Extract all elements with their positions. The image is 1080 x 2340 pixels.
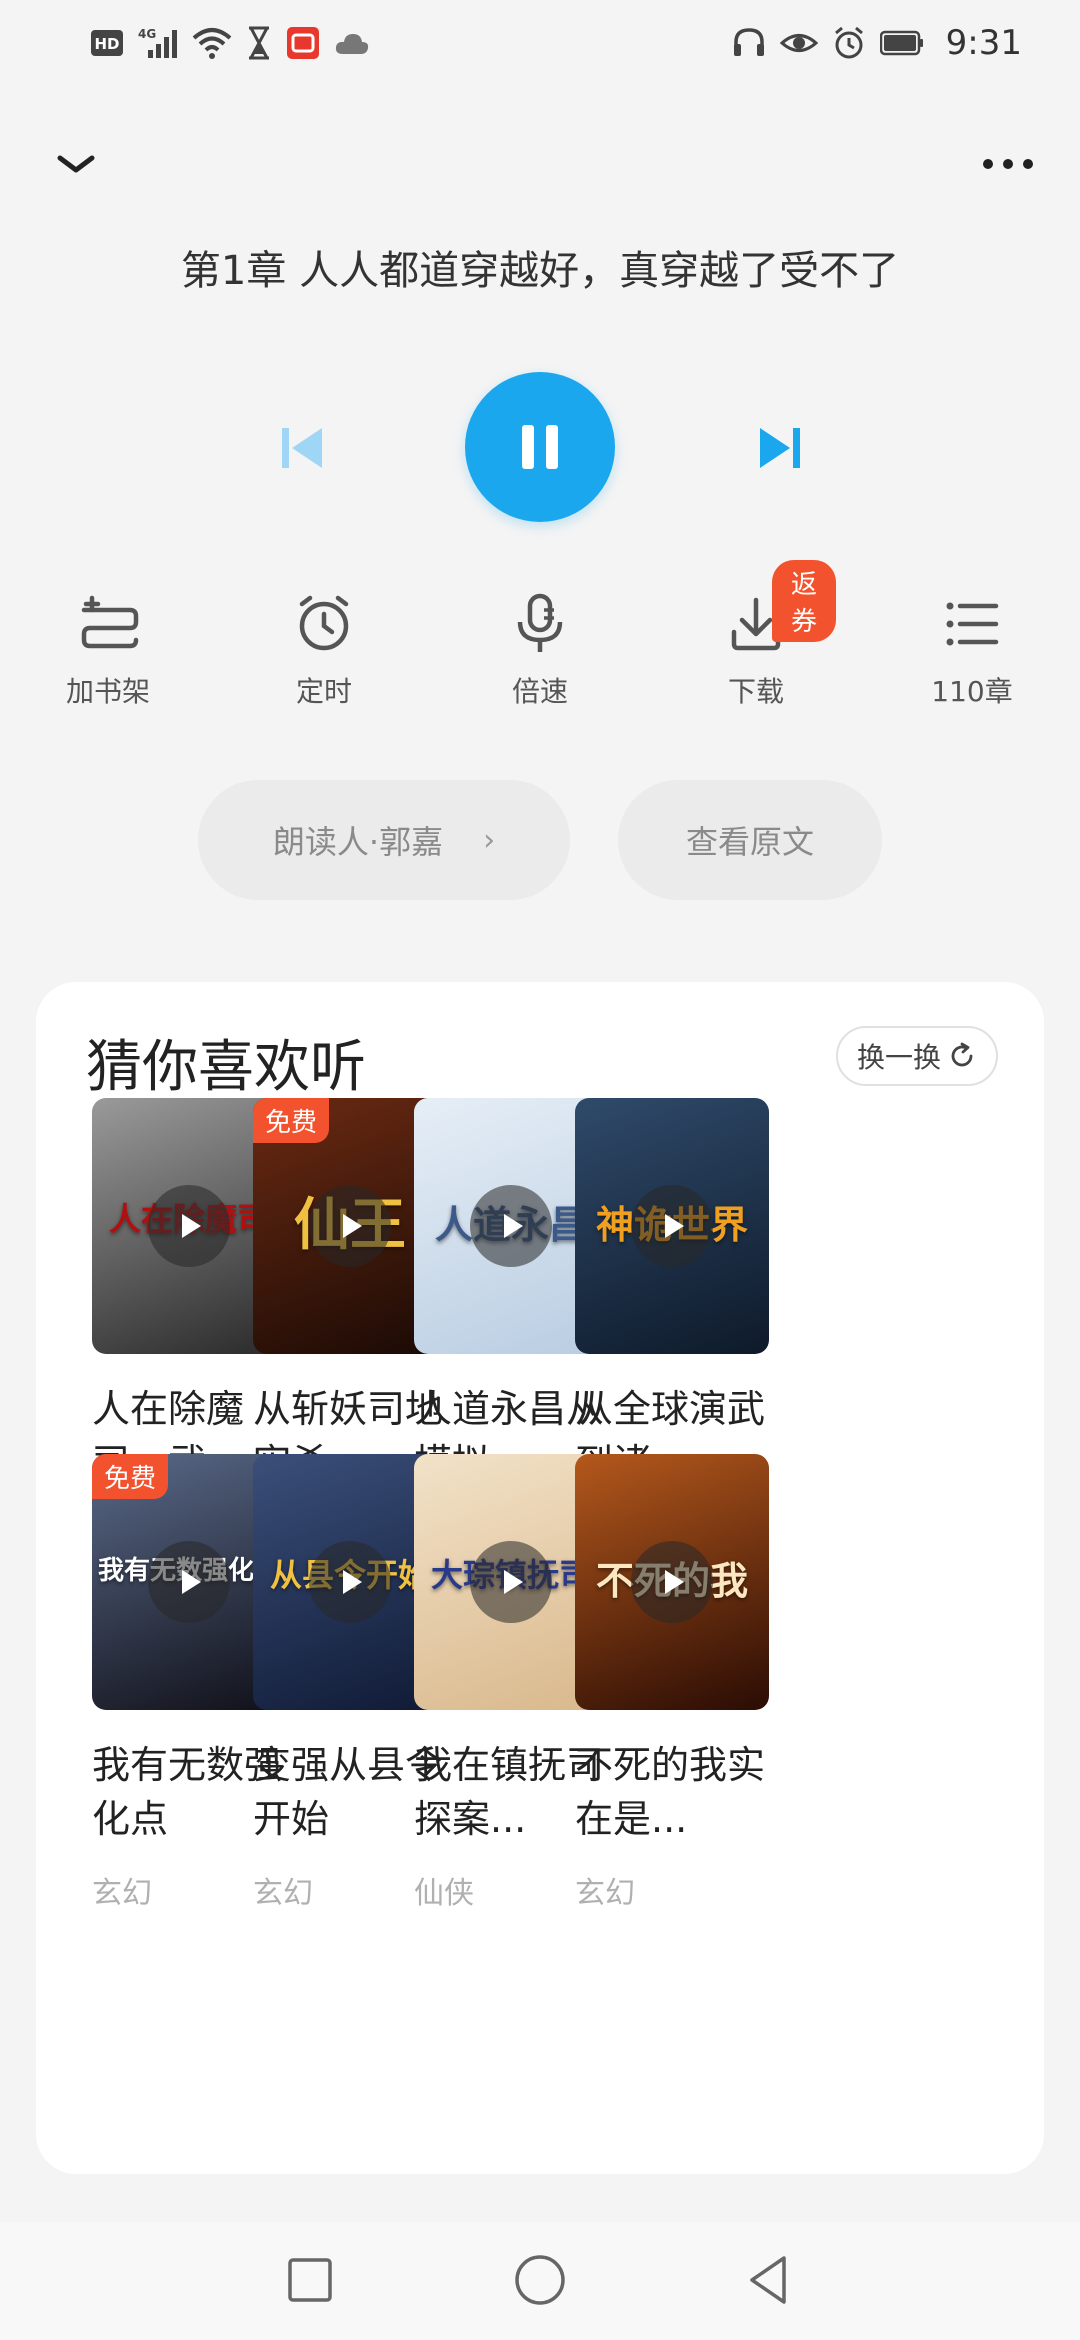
add-to-shelf-button[interactable]: 加书架 [28, 588, 188, 718]
play-overlay-icon [309, 1185, 391, 1267]
play-overlay-icon [309, 1541, 391, 1623]
hd-text: HD [94, 35, 119, 53]
recent-apps-icon [288, 2258, 332, 2302]
pause-icon [522, 425, 558, 469]
hd-icon: HD [90, 26, 124, 60]
play-overlay-icon [631, 1541, 713, 1623]
chevron-down-icon [57, 155, 95, 173]
back-icon [750, 2256, 786, 2304]
more-dots-icon [983, 159, 1033, 169]
recent-apps-button[interactable] [280, 2250, 340, 2310]
tool-label-timer: 定时 [295, 675, 352, 708]
refresh-icon [951, 1042, 973, 1067]
free-tag: 免费 [253, 1098, 330, 1143]
skip-previous-icon [282, 428, 322, 468]
hourglass-icon [246, 26, 272, 60]
play-overlay-icon [470, 1541, 552, 1623]
skip-next-icon [760, 428, 800, 468]
cloud-icon [334, 26, 370, 60]
chevron-right-icon: › [483, 822, 496, 858]
book-title: 不死的我实在是... [575, 1743, 766, 1841]
chapter-list-button[interactable]: 110章 [892, 588, 1052, 718]
play-overlay-icon [148, 1541, 230, 1623]
book-cover[interactable]: 神诡世界 [575, 1098, 769, 1354]
signal-4g-icon: 4G [138, 26, 178, 60]
battery-icon [879, 26, 924, 60]
coupon-badge: 返券 [772, 560, 836, 642]
narrator-label: 朗读人·郭嘉 [272, 823, 444, 861]
refresh-button[interactable]: 换一换 [836, 1026, 998, 1086]
view-original-label: 查看原文 [685, 823, 814, 861]
book-genre: 玄幻 [575, 1876, 635, 1911]
status-time: 9:31 [945, 23, 1022, 63]
free-tag: 免费 [92, 1454, 169, 1499]
wifi-icon [192, 26, 232, 60]
back-button[interactable] [740, 2250, 800, 2310]
status-bar: HD 4G 9:31 [0, 0, 1080, 86]
narrator-button[interactable]: 朗读人·郭嘉 › [198, 780, 570, 900]
book-item[interactable]: 不死的我不死的我实在是... 玄幻 [575, 1454, 769, 1912]
tool-label-download: 下载 [727, 675, 784, 708]
chapter-title: 第1章 人人都道穿越好，真穿越了受不了 [180, 248, 900, 294]
recommendation-card: 猜你喜欢听 换一换 人在除魔司人在除魔司，武...玄幻仙王免费从斩妖司地牢杀..… [36, 982, 1044, 2174]
tool-label-chapters: 110章 [931, 675, 1013, 708]
add-to-shelf-icon [81, 595, 139, 649]
play-overlay-icon [631, 1185, 713, 1267]
previous-chapter-button[interactable] [270, 416, 334, 480]
speed-mic-icon [517, 593, 563, 652]
network-type-text: 4G [138, 27, 156, 41]
play-overlay-icon [470, 1185, 552, 1267]
alarm-icon [832, 26, 866, 60]
download-button[interactable]: 下载 返券 [676, 560, 836, 718]
playback-speed-button[interactable]: 倍速 [460, 588, 620, 718]
tool-label-shelf: 加书架 [65, 675, 150, 708]
collapse-player-button[interactable] [40, 136, 112, 192]
tool-label-speed: 倍速 [511, 675, 568, 708]
pause-button[interactable] [465, 372, 615, 522]
chapter-list-icon [946, 602, 999, 646]
app-badge-icon [286, 26, 320, 60]
recommendation-title: 猜你喜欢听 [86, 1035, 366, 1100]
refresh-label: 换一换 [856, 1041, 941, 1074]
sleep-timer-button[interactable]: 定时 [244, 588, 404, 718]
alarm-clock-icon [299, 595, 349, 651]
headset-icon [732, 26, 766, 60]
next-chapter-button[interactable] [748, 416, 812, 480]
book-cover[interactable]: 不死的我 [575, 1454, 769, 1710]
system-nav-bar [0, 2222, 1080, 2340]
more-options-button[interactable] [972, 136, 1044, 192]
home-icon [515, 2255, 565, 2305]
play-overlay-icon [148, 1185, 230, 1267]
home-button[interactable] [510, 2250, 570, 2310]
player-tools: 加书架 定时 倍速 下载 返券 110章 [0, 560, 1080, 718]
view-original-button[interactable]: 查看原文 [618, 780, 882, 900]
eye-icon [779, 26, 818, 60]
